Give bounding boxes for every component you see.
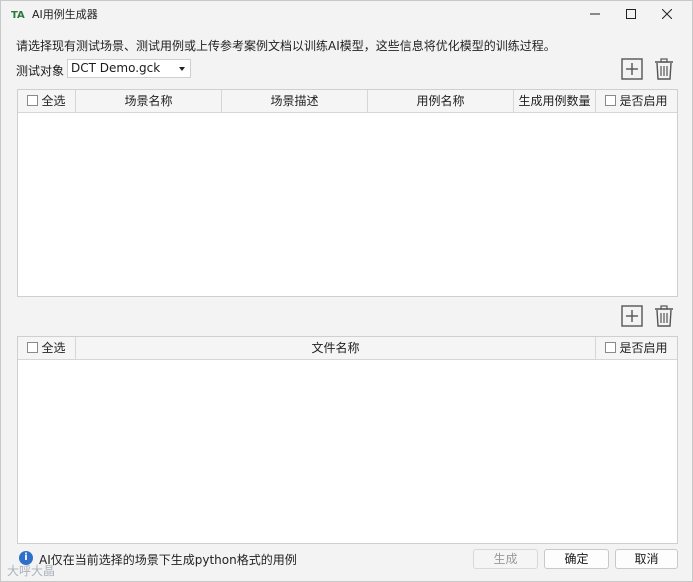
scenario-table-header: 全选 场景名称 场景描述 用例名称 生成用例数量 是否启用: [18, 90, 677, 113]
footer-note: AI仅在当前选择的场景下生成python格式的用例: [39, 553, 297, 567]
minimize-icon: [590, 13, 600, 15]
enabled-checkbox-header[interactable]: 是否启用: [596, 90, 677, 112]
trash-icon: [655, 58, 673, 80]
app-logo-icon: TA: [11, 10, 25, 21]
scenario-add-button[interactable]: [620, 57, 644, 81]
select-all-label: 全选: [41, 94, 66, 108]
instruction-text: 请选择现有测试场景、测试用例或上传参考案例文档以训练AI模型，这些信息将优化模型…: [16, 39, 556, 53]
column-header-case-count[interactable]: 生成用例数量: [514, 90, 596, 112]
add-icon: [621, 305, 643, 327]
generate-button[interactable]: 生成: [473, 549, 538, 569]
file-table: 全选 文件名称 是否启用: [17, 336, 678, 544]
file-delete-button[interactable]: [652, 304, 676, 328]
scenario-table: 全选 场景名称 场景描述 用例名称 生成用例数量 是否启用: [17, 89, 678, 297]
title-bar: TA AI用例生成器: [1, 1, 692, 27]
cancel-button[interactable]: 取消: [615, 549, 678, 569]
checkbox-icon: [27, 95, 39, 106]
maximize-button[interactable]: [613, 1, 649, 27]
select-all-checkbox[interactable]: 全选: [18, 90, 76, 112]
watermark: 大呼大晶: [7, 564, 56, 578]
checkbox-icon: [27, 342, 39, 353]
target-select[interactable]: DCT Demo.gck: [67, 59, 191, 78]
close-button[interactable]: [649, 1, 685, 27]
ai-case-generator-window: TA AI用例生成器 请选择现有测试场景、测试用例或上传参考案例文档以训练AI模…: [0, 0, 693, 582]
file-add-button[interactable]: [620, 304, 644, 328]
target-select-value: DCT Demo.gck: [71, 61, 161, 75]
window-title: AI用例生成器: [32, 8, 98, 21]
minimize-button[interactable]: [577, 1, 613, 27]
column-header-file-name[interactable]: 文件名称: [76, 337, 596, 359]
dropdown-arrow-icon: [179, 67, 185, 71]
target-label: 测试对象: [16, 64, 65, 78]
add-icon: [621, 58, 643, 80]
close-icon: [662, 9, 672, 19]
trash-icon: [655, 305, 673, 327]
column-header-scenario-desc[interactable]: 场景描述: [222, 90, 368, 112]
select-all-label: 全选: [41, 341, 66, 355]
enabled-checkbox-header[interactable]: 是否启用: [596, 337, 677, 359]
enabled-label: 是否启用: [619, 341, 668, 355]
maximize-icon: [626, 9, 636, 19]
checkbox-icon: [605, 95, 617, 106]
enabled-label: 是否启用: [619, 94, 668, 108]
confirm-button[interactable]: 确定: [544, 549, 609, 569]
scenario-delete-button[interactable]: [652, 57, 676, 81]
file-table-header: 全选 文件名称 是否启用: [18, 337, 677, 360]
column-header-scenario-name[interactable]: 场景名称: [76, 90, 222, 112]
select-all-checkbox[interactable]: 全选: [18, 337, 76, 359]
checkbox-icon: [605, 342, 617, 353]
svg-text:TA: TA: [11, 10, 25, 21]
column-header-case-name[interactable]: 用例名称: [368, 90, 514, 112]
